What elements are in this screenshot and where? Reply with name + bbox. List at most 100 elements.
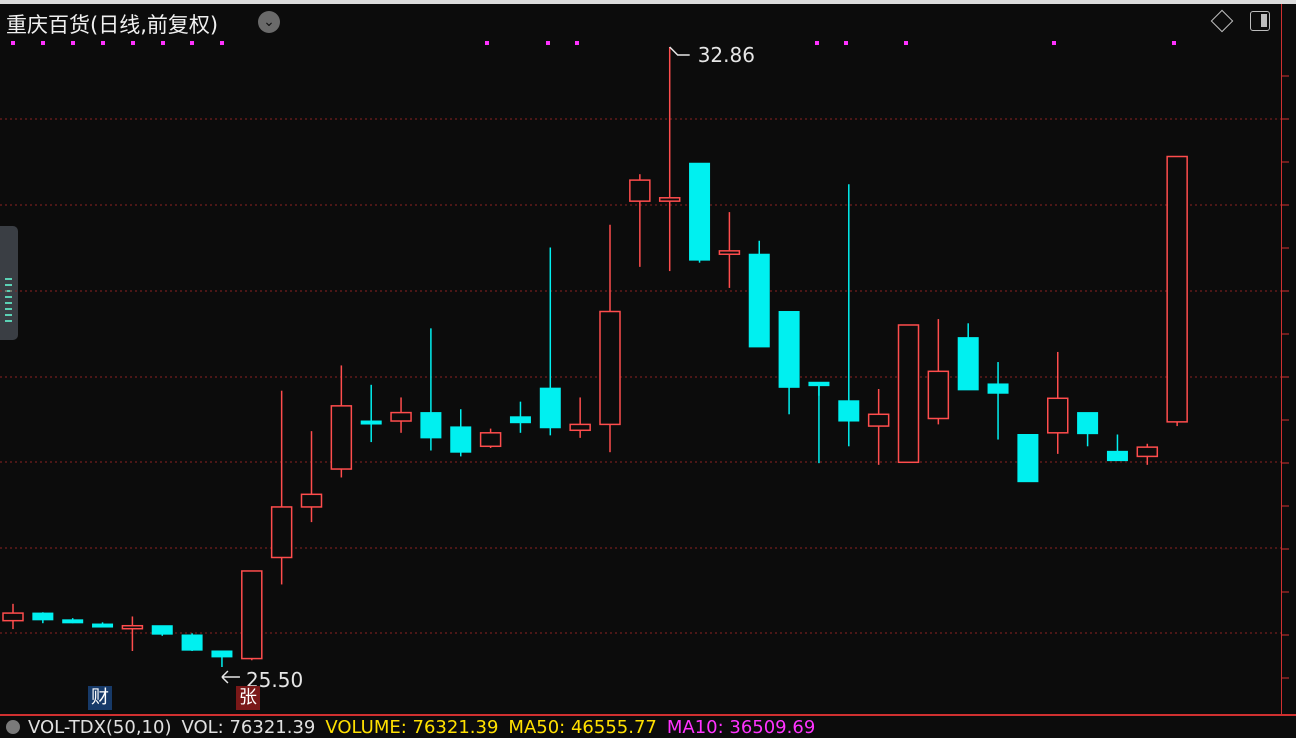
grid-lines <box>0 75 1289 679</box>
candle <box>569 397 591 438</box>
candle <box>927 319 950 425</box>
candle <box>479 428 502 448</box>
finance-event-badge[interactable]: 财 <box>88 686 112 710</box>
candle <box>181 633 203 651</box>
max-price-arrow <box>669 46 690 56</box>
candle-body-up <box>897 324 920 464</box>
candle <box>330 365 353 478</box>
candle <box>957 323 979 391</box>
limit-up-badge[interactable]: 张 <box>236 686 260 710</box>
event-marker <box>161 41 165 45</box>
candle-body-up <box>927 370 950 420</box>
price-annotations: 32.8625.50 <box>221 43 755 692</box>
event-marker <box>844 41 848 45</box>
candle-body-down <box>539 387 561 429</box>
candle <box>32 612 54 624</box>
candle-body-up <box>569 423 591 432</box>
ma50-value: MA50: 46555.77 <box>508 717 657 738</box>
candle <box>270 390 293 585</box>
candle-body-down <box>689 162 711 261</box>
candle <box>987 362 1009 440</box>
candle-body-up <box>1136 446 1159 458</box>
candle <box>1106 434 1128 462</box>
candle <box>151 625 173 636</box>
max-price-label: 32.86 <box>698 43 755 67</box>
candle-body-down <box>957 337 979 391</box>
candle-body-down <box>450 426 472 453</box>
candle <box>1017 434 1039 483</box>
event-marker <box>1172 41 1176 45</box>
candle <box>539 247 561 436</box>
candle-body-up <box>1047 397 1069 434</box>
ma10-value: MA10: 36509.69 <box>666 717 816 738</box>
event-marker <box>41 41 45 45</box>
candle <box>838 184 860 447</box>
candle <box>360 384 382 443</box>
candle <box>808 381 830 464</box>
candle-body-up <box>629 179 651 202</box>
candle <box>390 397 412 433</box>
candle <box>211 650 233 667</box>
event-marker <box>190 41 194 45</box>
candle-body-down <box>181 634 203 651</box>
candle <box>748 240 770 348</box>
candle-body-down <box>838 400 860 422</box>
candle-body-down <box>778 311 800 388</box>
event-marker <box>71 41 75 45</box>
candle <box>1047 351 1069 454</box>
event-marker <box>575 41 579 45</box>
event-marker <box>220 41 224 45</box>
candle <box>689 162 711 263</box>
candle-body-down <box>62 619 84 624</box>
candle-body-up <box>1166 155 1188 423</box>
candle-body-up <box>270 506 293 559</box>
volume-indicator-bar: VOL-TDX(50,10) VOL: 76321.39 VOLUME: 76321… <box>6 717 825 738</box>
event-marker <box>546 41 550 45</box>
event-marker <box>11 41 15 45</box>
candle <box>658 47 681 272</box>
candle-body-up <box>658 197 681 202</box>
indicator-name[interactable]: VOL-TDX(50,10) <box>28 717 171 738</box>
candles <box>2 47 1188 667</box>
candle-body-down <box>1106 450 1128 462</box>
vol-value: VOL: 76321.39 <box>181 717 316 738</box>
candle-body-down <box>987 383 1009 394</box>
candle-body-up <box>330 405 353 470</box>
candle <box>241 570 263 661</box>
candle-body-down <box>808 381 830 387</box>
panel-separator <box>0 714 1296 716</box>
event-markers <box>11 41 1176 45</box>
event-marker <box>1052 41 1056 45</box>
candlestick-chart[interactable]: 32.8625.50 <box>0 0 1296 714</box>
candle <box>62 618 84 624</box>
event-marker <box>904 41 908 45</box>
candle <box>420 328 442 451</box>
candle-body-down <box>1017 434 1039 483</box>
candle-body-down <box>151 625 173 635</box>
right-axis-border <box>1281 4 1282 716</box>
candle-body-down <box>1077 412 1099 435</box>
volume-value: VOLUME: 76321.39 <box>325 717 499 738</box>
candle <box>867 389 890 465</box>
candle <box>897 324 920 464</box>
candle-body-down <box>211 650 233 658</box>
candle <box>121 616 144 651</box>
candle <box>1166 155 1188 427</box>
event-marker <box>101 41 105 45</box>
candle-body-down <box>509 416 531 424</box>
candle-body-down <box>748 253 770 348</box>
candle-body-up <box>390 411 412 422</box>
event-marker <box>815 41 819 45</box>
candle <box>509 401 531 433</box>
candle-body-down <box>360 420 382 425</box>
candle-body-up <box>300 493 323 508</box>
candle-body-down <box>92 623 114 628</box>
candle-body-up <box>121 624 144 630</box>
event-marker <box>485 41 489 45</box>
candle <box>1077 412 1099 447</box>
candle-body-up <box>718 250 741 255</box>
candle <box>450 409 472 457</box>
candle <box>629 174 651 267</box>
event-marker <box>131 41 135 45</box>
candle <box>718 212 741 288</box>
